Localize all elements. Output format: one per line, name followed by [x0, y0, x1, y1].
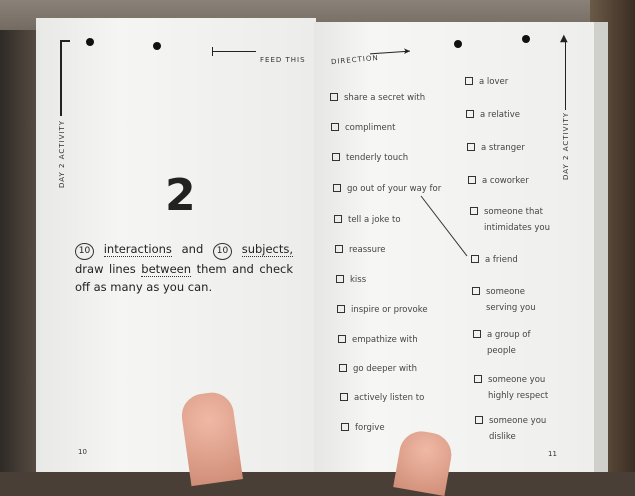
connection-overlay	[420, 195, 468, 257]
connection-line	[420, 195, 468, 257]
page-number-right: 11	[548, 450, 557, 458]
